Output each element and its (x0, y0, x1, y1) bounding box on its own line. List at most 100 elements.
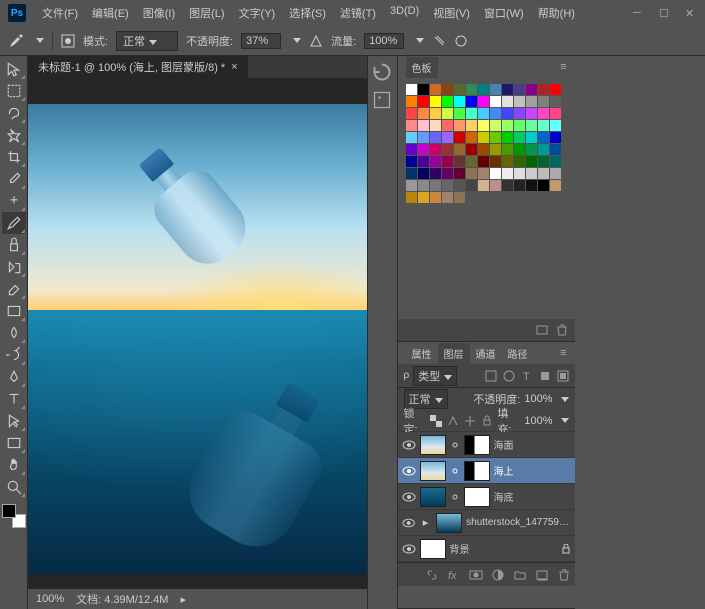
layer-name[interactable]: 海上 (494, 463, 514, 478)
swatch[interactable] (550, 84, 561, 95)
visibility-toggle[interactable] (402, 516, 415, 530)
new-layer-icon[interactable] (535, 568, 549, 582)
swatch[interactable] (442, 84, 453, 95)
swatch[interactable] (550, 144, 561, 155)
swatch[interactable] (418, 180, 429, 191)
hand-tool[interactable] (2, 454, 26, 476)
fill-value[interactable]: 100% (524, 415, 552, 427)
swatch[interactable] (550, 180, 561, 191)
swatch[interactable] (466, 132, 477, 143)
history-dock-icon[interactable] (372, 62, 392, 82)
swatch[interactable] (430, 192, 441, 203)
swatch[interactable] (502, 96, 513, 107)
swatch[interactable] (454, 84, 465, 95)
swatch[interactable] (526, 144, 537, 155)
clone-tool[interactable] (2, 234, 26, 256)
swatch[interactable] (490, 132, 501, 143)
flow-input[interactable]: 100% (364, 33, 404, 49)
color-swatches[interactable] (2, 504, 26, 528)
eraser-tool[interactable] (2, 278, 26, 300)
swatch[interactable] (502, 144, 513, 155)
swatch[interactable] (406, 120, 417, 131)
close-tab-icon[interactable]: × (231, 61, 237, 73)
swatch[interactable] (502, 132, 513, 143)
swatch[interactable] (514, 156, 525, 167)
swatch[interactable] (526, 156, 537, 167)
swatch[interactable] (502, 156, 513, 167)
brush-panel-icon[interactable] (61, 34, 75, 48)
mask-link-icon[interactable] (450, 466, 460, 476)
delete-layer-icon[interactable] (557, 568, 571, 582)
layer-opacity-dropdown[interactable] (561, 397, 569, 402)
swatch[interactable] (466, 84, 477, 95)
swatch[interactable] (418, 144, 429, 155)
filter-pixel-icon[interactable] (485, 370, 497, 382)
swatch[interactable] (478, 120, 489, 131)
swatch[interactable] (406, 156, 417, 167)
swatch[interactable] (430, 96, 441, 107)
swatch[interactable] (550, 168, 561, 179)
swatch[interactable] (514, 108, 525, 119)
visibility-toggle[interactable] (402, 464, 416, 478)
crop-tool[interactable] (2, 146, 26, 168)
swatch[interactable] (454, 144, 465, 155)
swatch[interactable] (538, 132, 549, 143)
swatch[interactable] (466, 180, 477, 191)
filter-smart-icon[interactable] (557, 370, 569, 382)
menu-H[interactable]: 帮助(H) (532, 1, 581, 25)
opacity-input[interactable]: 37% (241, 33, 281, 49)
maximize-button[interactable]: ☐ (659, 7, 671, 19)
swatch[interactable] (406, 144, 417, 155)
shape-tool[interactable] (2, 432, 26, 454)
swatch[interactable] (466, 120, 477, 131)
swatch[interactable] (466, 96, 477, 107)
menu-E[interactable]: 编辑(E) (86, 1, 135, 25)
swatch[interactable] (514, 120, 525, 131)
opacity-dropdown[interactable] (293, 38, 301, 43)
swatch[interactable] (478, 84, 489, 95)
zoom-tool[interactable] (2, 476, 26, 498)
filter-type-select[interactable]: 类型 (413, 366, 457, 386)
menu-V[interactable]: 视图(V) (427, 1, 476, 25)
swatch[interactable] (406, 108, 417, 119)
menu-Y[interactable]: 文字(Y) (233, 1, 282, 25)
new-group-icon[interactable] (513, 568, 527, 582)
adjustment-layer-icon[interactable] (491, 568, 505, 582)
dodge-tool[interactable] (2, 344, 26, 366)
visibility-toggle[interactable] (402, 490, 416, 504)
swatch[interactable] (502, 168, 513, 179)
marquee-tool[interactable] (2, 80, 26, 102)
menu-3DD[interactable]: 3D(D) (384, 1, 425, 25)
lasso-tool[interactable] (2, 102, 26, 124)
brush-tool[interactable] (2, 212, 26, 234)
text-tool[interactable] (2, 388, 26, 410)
swatch[interactable] (418, 168, 429, 179)
swatch[interactable] (454, 168, 465, 179)
eyedropper-tool[interactable] (2, 168, 26, 190)
swatch[interactable] (490, 84, 501, 95)
swatch[interactable] (550, 96, 561, 107)
lock-all-icon[interactable] (481, 415, 493, 427)
swatch[interactable] (538, 120, 549, 131)
swatch[interactable] (478, 180, 489, 191)
swatch[interactable] (418, 132, 429, 143)
magic-wand-tool[interactable] (2, 124, 26, 146)
swatch[interactable] (526, 168, 537, 179)
lock-pixels-icon[interactable] (447, 415, 459, 427)
swatch[interactable] (442, 96, 453, 107)
swatch[interactable] (430, 120, 441, 131)
layer-name[interactable]: 背景 (450, 541, 470, 556)
swatch[interactable] (502, 180, 513, 191)
healing-tool[interactable] (2, 190, 26, 212)
swatch[interactable] (454, 120, 465, 131)
panel-menu-icon[interactable]: ≡ (560, 61, 566, 73)
swatch[interactable] (478, 156, 489, 167)
filter-adjust-icon[interactable] (503, 370, 515, 382)
swatch[interactable] (430, 168, 441, 179)
mask-link-icon[interactable] (450, 492, 460, 502)
swatch[interactable] (514, 96, 525, 107)
swatch[interactable] (514, 180, 525, 191)
swatch[interactable] (490, 120, 501, 131)
swatch[interactable] (526, 120, 537, 131)
menu-S[interactable]: 选择(S) (283, 1, 332, 25)
